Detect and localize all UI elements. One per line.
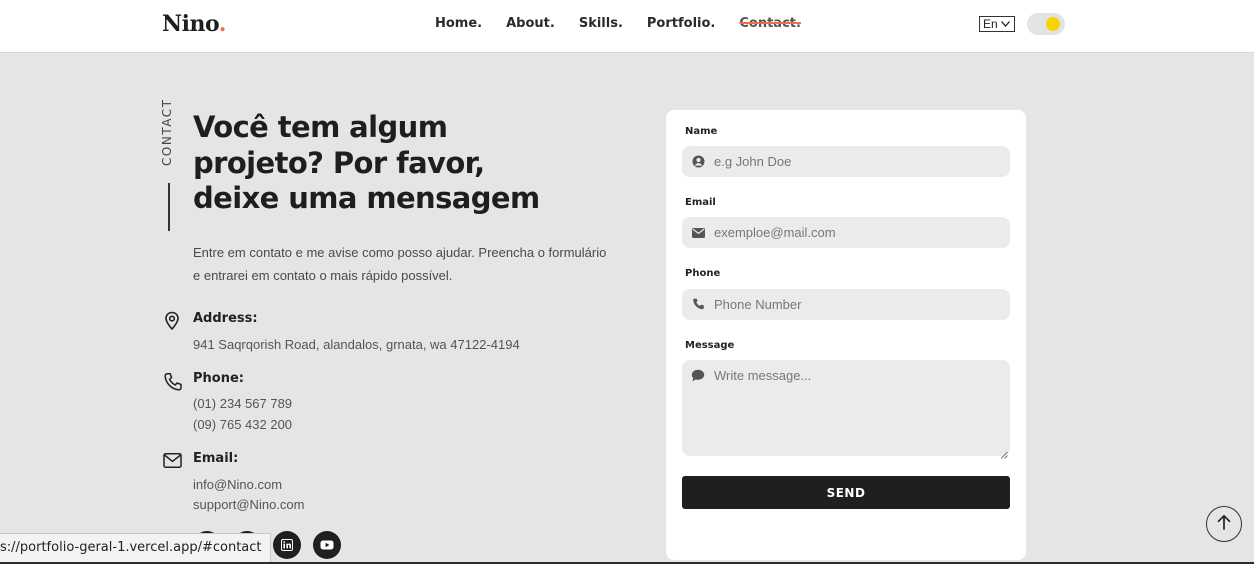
phone-icon [163,372,182,391]
title-line: projeto? Por favor, [193,145,485,180]
arrow-up-icon [1217,514,1231,535]
title-line: Você tem algum [193,110,448,144]
main-nav: Home. About. Skills. Portfolio. Contact. [435,16,825,31]
logo-text: Nino [162,11,219,37]
user-icon [691,155,705,169]
name-input[interactable] [714,154,994,169]
site-header: Nino. Home. About. Skills. Portfolio. Co… [0,0,1254,53]
phone-label: Phone [685,268,721,279]
browser-status-url: s://portfolio-geral-1.vercel.app/#contac… [0,533,271,563]
address-title: Address: [193,311,258,326]
nav-portfolio[interactable]: Portfolio. [647,16,715,31]
email-label: Email [685,197,716,208]
name-label: Name [685,126,718,137]
phone-field[interactable] [682,289,1010,320]
send-button[interactable]: SEND [682,476,1010,509]
message-label: Message [685,340,735,351]
phone-value-2: (09) 765 432 200 [193,417,293,432]
intro-line: e entrarei em contato o mais rápido poss… [193,268,453,283]
email-title: Email: [193,451,239,466]
address-value: 941 Saqrqorish Road, alandalos, grnata, … [193,337,520,352]
email-value-2: support@Nino.com [193,497,305,512]
email-field[interactable] [682,217,1010,248]
logo-dot: . [218,11,227,37]
envelope-icon [163,452,182,470]
section-divider [168,183,170,231]
youtube-icon[interactable] [313,531,341,559]
intro-text: Entre em contato e me avise como posso a… [193,241,613,287]
email-input[interactable] [714,225,994,240]
section-label: CONTACT [160,99,180,170]
resize-handle-icon[interactable] [1000,446,1008,459]
map-pin-icon [163,311,181,331]
title-line: deixe uma mensagem [193,181,540,215]
nav-skills[interactable]: Skills. [579,16,623,31]
language-select[interactable]: En [979,16,1015,32]
phone-input[interactable] [714,297,994,312]
chat-icon [691,368,705,382]
nav-home[interactable]: Home. [435,16,482,31]
message-input[interactable] [714,368,994,448]
email-value-1: info@Nino.com [193,477,283,492]
phone-icon [691,298,705,312]
linkedin-icon[interactable] [273,531,301,559]
theme-toggle[interactable] [1027,13,1065,35]
logo[interactable]: Nino. [162,11,226,37]
chevron-down-icon [1000,17,1010,31]
phone-title: Phone: [193,371,244,386]
section-label-text: CONTACT [160,98,174,166]
page-title: Você tem algum projeto? Por favor, deixe… [193,110,573,217]
sun-icon [1046,17,1060,31]
nav-contact[interactable]: Contact. [739,16,801,31]
nav-about[interactable]: About. [506,16,555,31]
phone-value-1: (01) 234 567 789 [193,396,293,411]
name-field[interactable] [682,146,1010,177]
intro-line: Entre em contato e me avise como posso a… [193,245,607,260]
message-field[interactable] [682,360,1010,459]
language-value: En [983,17,998,31]
envelope-icon [691,226,705,240]
scroll-to-top-button[interactable] [1206,506,1242,542]
